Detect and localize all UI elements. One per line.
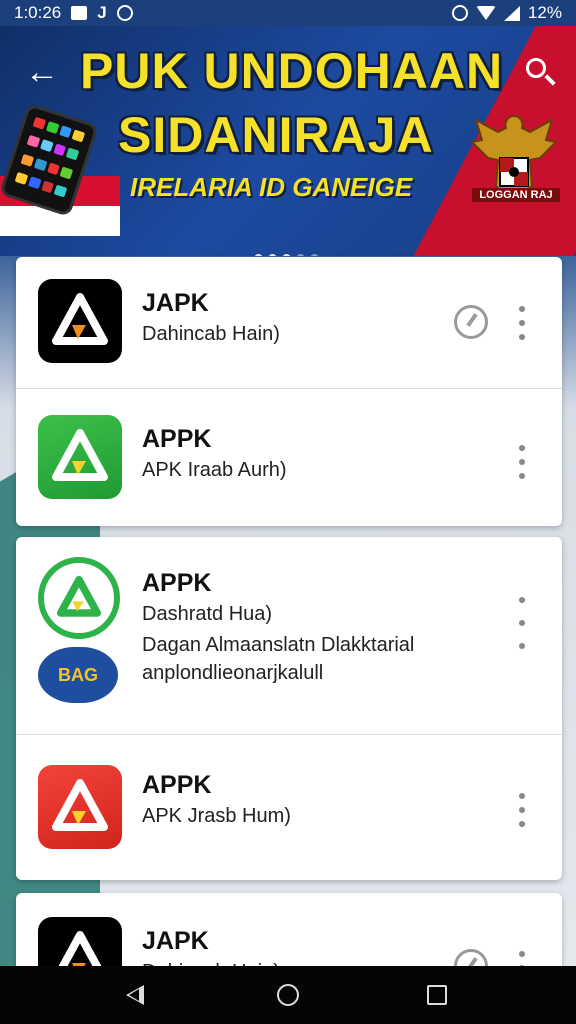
status-time: 1:0:26 — [14, 3, 62, 22]
more-options-button[interactable] — [512, 793, 532, 827]
app-list-card: JAPK Dahincab Hain) APPK APK Iraab Aurh) — [16, 257, 562, 526]
app-description: Dagan Almaanslatn Dlakktarial anplondlie… — [142, 634, 415, 684]
signal-icon — [503, 5, 520, 21]
app-subtitle: Dashratd Hua) — [142, 603, 273, 625]
banner-subtitle: IRELARIA ID GANEIGE — [130, 172, 413, 202]
back-triangle-icon[interactable] — [126, 985, 144, 1005]
search-button[interactable] — [520, 52, 560, 92]
sync-icon — [116, 5, 133, 21]
green-triangle-logo-icon — [38, 415, 122, 499]
more-options-button[interactable] — [512, 445, 532, 479]
app-name: JAPK — [142, 289, 209, 317]
app-subtitle: APK Jrasb Hum) — [142, 805, 291, 827]
wifi-icon — [475, 6, 496, 20]
app-name: APPK — [142, 569, 212, 597]
back-arrow-icon: ← — [25, 53, 59, 91]
more-options-button[interactable] — [512, 597, 532, 649]
garuda-emblem-icon — [469, 114, 559, 204]
carousel-dot-active[interactable] — [282, 254, 291, 256]
list-item[interactable]: APPK APK Jrasb Hum) — [16, 735, 562, 880]
carousel-dot[interactable] — [254, 254, 263, 256]
app-subtitle: Dahincab Hain) — [142, 323, 280, 345]
bag-badge-icon: BAG — [38, 647, 118, 703]
black-triangle-logo-icon — [38, 279, 122, 363]
list-item[interactable]: APPK APK Iraab Aurh) — [16, 389, 562, 526]
status-bar: 1:0:26 J 12% — [0, 0, 576, 26]
carousel-dot[interactable] — [310, 254, 319, 256]
list-item[interactable]: JAPK Dahincab Hain) — [16, 257, 562, 389]
carousel-dot[interactable] — [268, 254, 277, 256]
red-triangle-logo-icon — [38, 765, 122, 849]
back-button[interactable]: ← — [22, 54, 62, 94]
home-circle-icon[interactable] — [277, 984, 299, 1006]
download-button[interactable] — [454, 305, 488, 339]
app-name: JAPK — [142, 927, 209, 955]
app-name: APPK — [142, 771, 212, 799]
notification-square-icon — [71, 6, 88, 20]
app-name: APPK — [142, 425, 212, 453]
green-circle-logo-icon — [38, 557, 120, 639]
app-subtitle: APK Iraab Aurh) — [142, 459, 287, 481]
header-banner[interactable]: PUK UNDOHAAN SIDANIRAJA IRELARIA ID GANE… — [0, 26, 576, 256]
carousel-dot[interactable] — [296, 254, 305, 256]
battery-percent: 12% — [527, 3, 562, 22]
emblem-label: LOGGAN RAJ — [472, 188, 560, 202]
navigation-bar — [0, 966, 576, 1024]
alarm-icon — [451, 5, 468, 21]
badge-label: BAG — [58, 664, 98, 685]
j-icon: J — [97, 3, 107, 22]
banner-title-line1: PUK UNDOHAAN — [80, 43, 504, 99]
app-list-card: BAG APPK Dashratd Hua) Dagan Almaanslatn… — [16, 537, 562, 880]
recent-square-icon[interactable] — [427, 985, 447, 1005]
list-item[interactable]: BAG APPK Dashratd Hua) Dagan Almaanslatn… — [16, 537, 562, 735]
carousel-indicator — [254, 254, 319, 256]
more-options-button[interactable] — [512, 306, 532, 340]
search-icon — [526, 58, 546, 78]
